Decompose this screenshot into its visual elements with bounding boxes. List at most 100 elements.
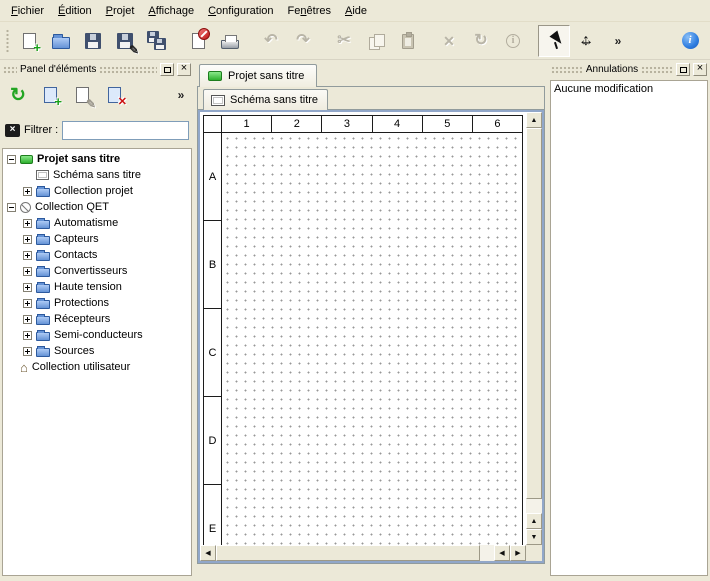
tree-item-recepteurs[interactable]: Récepteurs	[3, 311, 191, 327]
redo-button[interactable]: ↷	[287, 25, 319, 57]
toolbar-overflow-button[interactable]: »	[602, 25, 634, 57]
tree-item-capteurs[interactable]: Capteurs	[3, 231, 191, 247]
delete-button[interactable]: ✕	[433, 25, 465, 57]
scroll-track	[526, 499, 542, 513]
menu-fichier[interactable]: Fichier	[4, 2, 51, 20]
undo-panel-titlebar[interactable]: Annulations ×	[550, 62, 708, 77]
expand-expander-icon[interactable]	[23, 347, 32, 356]
dock-grip	[3, 66, 17, 74]
scroll-up-button[interactable]: ▲	[526, 513, 542, 529]
float-panel-button[interactable]	[160, 63, 174, 76]
new-element-icon: +	[38, 83, 62, 107]
vertical-scroll-thumb[interactable]	[526, 128, 542, 499]
diagram-icon	[36, 170, 49, 180]
tree-item-collection-qet[interactable]: Collection QET	[3, 199, 191, 215]
scroll-left-button[interactable]: ◀	[494, 545, 510, 561]
save-icon	[81, 29, 105, 53]
chevron-double-right-icon: »	[178, 89, 185, 101]
expand-expander-icon[interactable]	[23, 315, 32, 324]
scroll-down-button[interactable]: ▼	[526, 529, 542, 545]
rotate-button[interactable]: ↻	[465, 25, 497, 57]
filter-input[interactable]	[62, 121, 189, 140]
tree-item-collection-projet[interactable]: Collection projet	[3, 183, 191, 199]
expand-expander-icon[interactable]	[23, 331, 32, 340]
save-as-button[interactable]: ✎	[109, 25, 141, 57]
scroll-up-button[interactable]: ▲	[526, 112, 542, 128]
column-header: 3	[322, 116, 372, 132]
tree-item-convertisseurs[interactable]: Convertisseurs	[3, 263, 191, 279]
open-button[interactable]	[45, 25, 77, 57]
scroll-left-button[interactable]: ◀	[200, 545, 216, 561]
expand-expander-icon[interactable]	[23, 251, 32, 260]
copy-button[interactable]	[360, 25, 392, 57]
collapse-expander-icon[interactable]	[7, 155, 16, 164]
tree-item-sources[interactable]: Sources	[3, 343, 191, 359]
paste-button[interactable]	[392, 25, 424, 57]
tree-item-semi-conducteurs[interactable]: Semi-conducteurs	[3, 327, 191, 343]
expand-expander-icon[interactable]	[23, 219, 32, 228]
tree-item-haute-tension[interactable]: Haute tension	[3, 279, 191, 295]
expand-expander-icon[interactable]	[23, 299, 32, 308]
tree-item-contacts[interactable]: Contacts	[3, 247, 191, 263]
menu-projet[interactable]: Projet	[99, 2, 142, 20]
expand-expander-icon[interactable]	[23, 267, 32, 276]
cut-icon: ✂	[332, 29, 356, 53]
row-header: A	[204, 133, 221, 221]
menu-edition[interactable]: Édition	[51, 2, 99, 20]
panel-overflow-button[interactable]: »	[172, 81, 190, 109]
reload-collections-button[interactable]: ↻	[4, 81, 32, 109]
tree-item-schema[interactable]: Schéma sans titre	[3, 167, 191, 183]
diagram-canvas[interactable]: 1 2 3 4 5 6 A B C D	[200, 112, 526, 545]
expand-expander-icon[interactable]	[23, 235, 32, 244]
save-button[interactable]	[77, 25, 109, 57]
float-panel-button[interactable]	[676, 63, 690, 76]
print-button[interactable]	[214, 25, 246, 57]
elements-panel-titlebar[interactable]: Panel d'éléments ×	[2, 62, 192, 77]
undo-list-item[interactable]: Aucune modification	[554, 83, 704, 95]
tree-item-project[interactable]: Projet sans titre	[3, 151, 191, 167]
new-element-button[interactable]: +	[36, 81, 64, 109]
undo-history-list[interactable]: Aucune modification	[550, 80, 708, 576]
tab-schema[interactable]: Schéma sans titre	[203, 89, 328, 110]
edit-element-button[interactable]: ✎	[68, 81, 96, 109]
scroll-right-button[interactable]: ▶	[510, 545, 526, 561]
horizontal-scroll-thumb[interactable]	[216, 545, 480, 561]
close-panel-button[interactable]: ×	[693, 63, 707, 76]
tree-item-protections[interactable]: Protections	[3, 295, 191, 311]
tree-item-automatisme[interactable]: Automatisme	[3, 215, 191, 231]
diagram-frame: 1 2 3 4 5 6 A B C D	[203, 115, 523, 545]
cut-button[interactable]: ✂	[328, 25, 360, 57]
menu-bar: Fichier Édition Projet Affichage Configu…	[0, 0, 710, 22]
project-area: Projet sans titre Schéma sans titre	[197, 62, 545, 576]
menu-configuration[interactable]: Configuration	[201, 2, 280, 20]
clear-filter-icon[interactable]: ×	[5, 124, 20, 137]
tab-project[interactable]: Projet sans titre	[199, 64, 317, 87]
tree-item-label: Collection projet	[54, 185, 137, 197]
collections-tree[interactable]: Projet sans titre Schéma sans titre Coll…	[2, 148, 192, 576]
undo-button[interactable]: ↶	[255, 25, 287, 57]
delete-element-button[interactable]: ✕	[100, 81, 128, 109]
schema-tab-bar: Schéma sans titre	[198, 87, 544, 110]
close-file-button[interactable]	[182, 25, 214, 57]
new-button[interactable]: +	[13, 25, 45, 57]
menu-affichage[interactable]: Affichage	[141, 2, 201, 20]
expand-expander-icon[interactable]	[23, 187, 32, 196]
select-mode-button[interactable]	[538, 25, 570, 57]
tree-item-label: Collection QET	[35, 201, 113, 213]
info-button[interactable]: i	[497, 25, 529, 57]
tree-item-collection-utilisateur[interactable]: ⌂ Collection utilisateur	[3, 359, 191, 375]
expand-expander-icon[interactable]	[23, 283, 32, 292]
tree-item-label: Automatisme	[54, 217, 122, 229]
print-icon	[218, 29, 242, 53]
about-button[interactable]: i	[674, 25, 706, 57]
rotate-icon: ↻	[469, 29, 493, 53]
undo-panel-title: Annulations	[586, 64, 638, 75]
close-panel-button[interactable]: ×	[177, 63, 191, 76]
menu-fenetres[interactable]: Fenêtres	[281, 2, 338, 20]
toolbar-grip[interactable]	[5, 29, 10, 53]
save-all-button[interactable]	[141, 25, 173, 57]
menu-aide[interactable]: Aide	[338, 2, 374, 20]
pan-mode-button[interactable]	[570, 25, 602, 57]
collapse-expander-icon[interactable]	[7, 203, 16, 212]
close-icon: ×	[697, 63, 703, 74]
